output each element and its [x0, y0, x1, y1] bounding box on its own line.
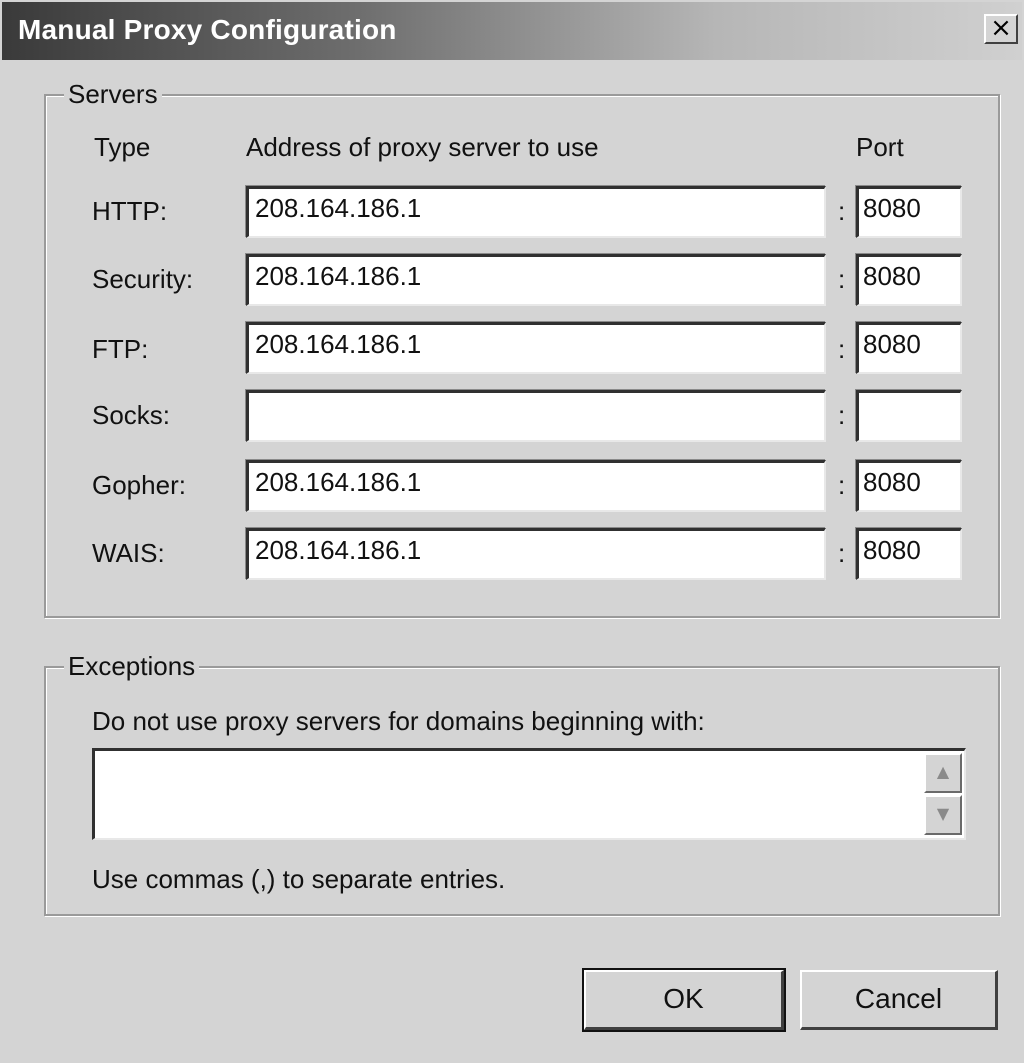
- title-bar: Manual Proxy Configuration ×: [2, 2, 1022, 60]
- socks-address-input[interactable]: [246, 390, 826, 442]
- port-header: Port: [856, 132, 904, 162]
- wais-address-input[interactable]: 208.164.186.1: [246, 528, 826, 580]
- server-type-label: Socks:: [92, 400, 171, 430]
- port-separator: :: [838, 196, 846, 226]
- ftp-address-input[interactable]: 208.164.186.1: [246, 322, 826, 374]
- server-type-label: Security:: [92, 264, 194, 294]
- scroll-down-arrow-icon: ▼: [936, 804, 950, 823]
- wais-port-input[interactable]: 8080: [856, 528, 962, 580]
- gopher-address-input[interactable]: 208.164.186.1: [246, 460, 826, 512]
- port-separator: :: [838, 334, 846, 364]
- security-address-input[interactable]: 208.164.186.1: [246, 254, 826, 306]
- ok-button[interactable]: OK: [582, 968, 786, 1032]
- proxy-dialog: Manual Proxy Configuration × Servers Typ…: [0, 0, 1024, 1063]
- security-port-input[interactable]: 8080: [856, 254, 962, 306]
- http-address-input[interactable]: 208.164.186.1: [246, 186, 826, 238]
- servers-legend: Servers: [64, 79, 162, 110]
- scroll-up-button[interactable]: ▲: [924, 753, 962, 793]
- scroll-up-arrow-icon: ▲: [936, 762, 950, 781]
- port-separator: :: [838, 538, 846, 568]
- close-button[interactable]: ×: [984, 14, 1018, 44]
- address-header: Address of proxy server to use: [246, 132, 599, 162]
- server-type-label: Gopher:: [92, 470, 186, 500]
- port-separator: :: [838, 400, 846, 430]
- exceptions-textarea[interactable]: ▲ ▼: [92, 748, 966, 840]
- scroll-down-button[interactable]: ▼: [924, 795, 962, 835]
- close-icon: ×: [990, 13, 1012, 43]
- server-type-label: FTP:: [92, 334, 149, 364]
- server-type-label: HTTP:: [92, 196, 168, 226]
- window-title: Manual Proxy Configuration: [18, 14, 397, 45]
- exceptions-hint: Use commas (,) to separate entries.: [92, 864, 506, 894]
- cancel-button[interactable]: Cancel: [800, 970, 998, 1030]
- server-type-label: WAIS:: [92, 538, 165, 568]
- exceptions-legend: Exceptions: [64, 651, 200, 682]
- ftp-port-input[interactable]: 8080: [856, 322, 962, 374]
- port-separator: :: [838, 470, 846, 500]
- socks-port-input[interactable]: [856, 390, 962, 442]
- type-header: Type: [94, 132, 151, 162]
- gopher-port-input[interactable]: 8080: [856, 460, 962, 512]
- port-separator: :: [838, 264, 846, 294]
- http-port-input[interactable]: 8080: [856, 186, 962, 238]
- exceptions-instruction: Do not use proxy servers for domains beg…: [92, 706, 705, 736]
